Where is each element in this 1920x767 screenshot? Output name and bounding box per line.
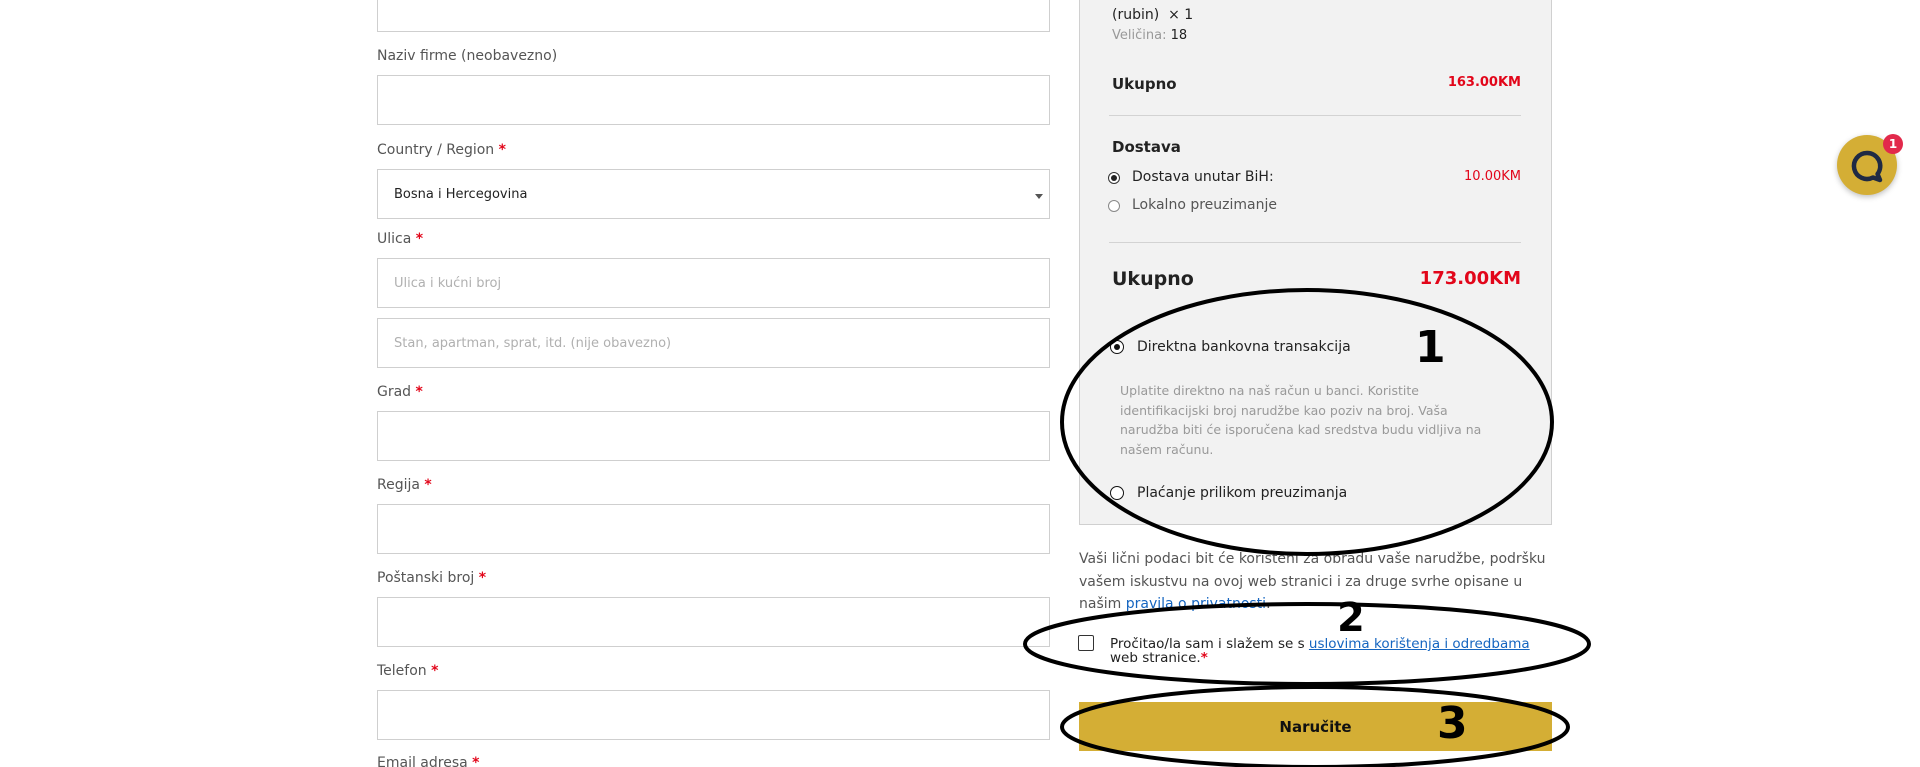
chevron-down-icon	[1035, 194, 1043, 199]
phone-label: Telefon *	[377, 663, 439, 679]
terms-label: Pročitao/la sam i slažem se s uslovima k…	[1110, 636, 1530, 666]
total-label: Ukupno	[1112, 268, 1194, 290]
chat-notification-badge: 1	[1883, 134, 1903, 154]
divider	[1109, 242, 1521, 243]
annotation-number-3: 3	[1437, 698, 1468, 749]
payment-bank-transfer-radio[interactable]	[1110, 340, 1124, 354]
privacy-policy-link[interactable]: pravila o privatnosti	[1126, 596, 1266, 612]
order-item-variant: (rubin) × 1	[1112, 7, 1194, 23]
company-label: Naziv firme (neobavezno)	[377, 48, 558, 64]
shipping-option-pickup-radio[interactable]	[1108, 200, 1120, 212]
country-select[interactable]: Bosna i Hercegovina	[377, 169, 1050, 219]
shipping-label: Dostava	[1112, 138, 1181, 156]
company-input[interactable]	[377, 75, 1050, 125]
phone-input[interactable]	[377, 690, 1050, 740]
apartment-input[interactable]: Stan, apartman, sprat, itd. (nije obavez…	[377, 318, 1050, 368]
region-label: Regija *	[377, 477, 432, 493]
previous-input-field[interactable]	[377, 0, 1050, 32]
terms-checkbox[interactable]	[1078, 635, 1094, 651]
divider	[1109, 115, 1521, 116]
payment-bank-transfer-label[interactable]: Direktna bankovna transakcija	[1137, 339, 1351, 355]
place-order-button[interactable]: Naručite	[1079, 702, 1552, 751]
annotation-number-1: 1	[1415, 322, 1446, 373]
postal-label: Poštanski broj *	[377, 570, 487, 586]
street-label: Ulica *	[377, 231, 424, 247]
privacy-notice: Vaši lični podaci bit će korišteni za ob…	[1079, 551, 1546, 612]
subtotal-label: Ukupno	[1112, 75, 1177, 93]
email-label: Email adresa *	[377, 755, 480, 767]
shipping-option-bih-radio[interactable]	[1108, 172, 1120, 184]
street-input[interactable]: Ulica i kućni broj	[377, 258, 1050, 308]
country-select-value: Bosna i Hercegovina	[394, 186, 528, 202]
total-value: 173.00KM	[1419, 268, 1521, 289]
order-item-size: Veličina: 18	[1112, 28, 1188, 43]
postal-input[interactable]	[377, 597, 1050, 647]
region-input[interactable]	[377, 504, 1050, 554]
payment-bank-transfer-description: Uplatite direktno na naš račun u banci. …	[1120, 383, 1482, 457]
payment-cash-on-delivery-radio[interactable]	[1110, 486, 1124, 500]
city-input[interactable]	[377, 411, 1050, 461]
shipping-option-pickup-label[interactable]: Lokalno preuzimanje	[1132, 197, 1277, 213]
subtotal-value: 163.00KM	[1447, 75, 1521, 90]
shipping-option-bih-label[interactable]: Dostava unutar BiH:	[1132, 169, 1274, 185]
annotation-number-2: 2	[1337, 595, 1365, 641]
country-label: Country / Region *	[377, 142, 506, 158]
shipping-option-bih-price: 10.00KM	[1464, 169, 1521, 184]
city-label: Grad *	[377, 384, 423, 400]
payment-cash-on-delivery-label[interactable]: Plaćanje prilikom preuzimanja	[1137, 485, 1347, 501]
